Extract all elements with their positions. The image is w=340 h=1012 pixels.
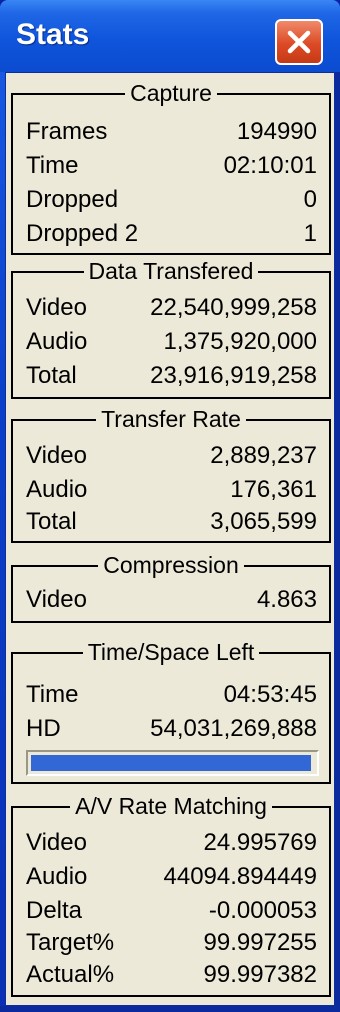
group-data-transfered: Data Transfered Video 22,540,999,258 Aud…	[11, 258, 331, 399]
av-video-row: Video 24.995769	[26, 826, 317, 860]
group-time-space-left-title: Time/Space Left	[82, 639, 260, 665]
group-capture: Capture Frames 194990 Time 02:10:01 Drop…	[11, 80, 331, 255]
row-value: 99.997382	[203, 961, 317, 988]
group-av-rate-matching-title: A/V Rate Matching	[70, 793, 272, 819]
row-value: 176,361	[230, 476, 317, 503]
av-delta-row: Delta -0.000053	[26, 894, 317, 928]
row-label: Delta	[26, 897, 83, 924]
row-label: Time	[26, 681, 79, 708]
group-compression: Compression Video 4.863	[11, 552, 331, 623]
window-title: Stats	[16, 18, 90, 51]
row-label: Target%	[26, 929, 115, 956]
stats-window: Stats Capture Frames 194990 Time 02:10:0…	[0, 0, 340, 1012]
row-label: Audio	[26, 863, 88, 890]
row-label: Total	[26, 508, 77, 535]
group-capture-title: Capture	[125, 80, 217, 106]
av-audio-row: Audio 44094.894449	[26, 860, 317, 894]
compression-video-row: Video 4.863	[26, 583, 317, 617]
row-label: HD	[26, 715, 61, 742]
capture-dropped2-row: Dropped 2 1	[26, 217, 317, 251]
row-value: 54,031,269,888	[150, 715, 317, 742]
group-data-transfered-title: Data Transfered	[83, 258, 259, 284]
data-video-row: Video 22,540,999,258	[26, 291, 317, 325]
row-label: Video	[26, 586, 87, 613]
data-total-row: Total 23,916,919,258	[26, 359, 317, 393]
row-label: Video	[26, 829, 87, 856]
group-compression-title: Compression	[98, 552, 244, 578]
row-value: 2,889,237	[210, 442, 317, 469]
row-label: Actual%	[26, 961, 115, 988]
data-audio-row: Audio 1,375,920,000	[26, 325, 317, 359]
title-bar[interactable]: Stats	[0, 0, 340, 72]
stats-panel: Capture Frames 194990 Time 02:10:01 Drop…	[5, 72, 335, 1006]
left-hd-row: HD 54,031,269,888	[26, 712, 317, 746]
space-left-progress-bar	[26, 750, 319, 776]
rate-video-row: Video 2,889,237	[26, 439, 317, 473]
row-value: 99.997255	[203, 929, 317, 956]
row-value: -0.000053	[208, 897, 317, 924]
av-target-row: Target% 99.997255	[26, 926, 317, 960]
window-bottom-border	[0, 1006, 340, 1012]
row-value: 1,375,920,000	[163, 328, 317, 355]
row-label: Audio	[26, 328, 88, 355]
close-button[interactable]	[275, 19, 323, 65]
group-time-space-left: Time/Space Left Time 04:53:45 HD 54,031,…	[11, 639, 331, 784]
capture-time-row: Time 02:10:01	[26, 149, 317, 183]
row-value: 04:53:45	[223, 681, 317, 708]
progress-fill	[31, 755, 311, 771]
row-value: 3,065,599	[210, 508, 317, 535]
capture-frames-row: Frames 194990	[26, 115, 317, 149]
row-value: 4.863	[256, 586, 317, 613]
row-label: Dropped	[26, 186, 119, 213]
window-right-border	[335, 72, 340, 1012]
close-icon	[287, 30, 311, 54]
row-label: Total	[26, 362, 77, 389]
group-transfer-rate-title: Transfer Rate	[96, 406, 246, 432]
row-label: Audio	[26, 476, 88, 503]
row-value: 1	[303, 220, 317, 247]
left-time-row: Time 04:53:45	[26, 678, 317, 712]
row-label: Frames	[26, 118, 108, 145]
row-label: Time	[26, 152, 79, 179]
capture-dropped-row: Dropped 0	[26, 183, 317, 217]
row-value: 02:10:01	[223, 152, 317, 179]
group-transfer-rate: Transfer Rate Video 2,889,237 Audio 176,…	[11, 406, 331, 543]
row-value: 0	[303, 186, 317, 213]
row-label: Video	[26, 294, 87, 321]
rate-audio-row: Audio 176,361	[26, 473, 317, 507]
row-label: Video	[26, 442, 87, 469]
row-value: 24.995769	[203, 829, 317, 856]
group-av-rate-matching: A/V Rate Matching Video 24.995769 Audio …	[11, 793, 331, 997]
row-value: 44094.894449	[163, 863, 318, 890]
av-actual-row: Actual% 99.997382	[26, 958, 317, 992]
row-label: Dropped 2	[26, 220, 139, 247]
row-value: 194990	[236, 118, 317, 145]
row-value: 23,916,919,258	[150, 362, 317, 389]
rate-total-row: Total 3,065,599	[26, 505, 317, 539]
row-value: 22,540,999,258	[150, 294, 317, 321]
